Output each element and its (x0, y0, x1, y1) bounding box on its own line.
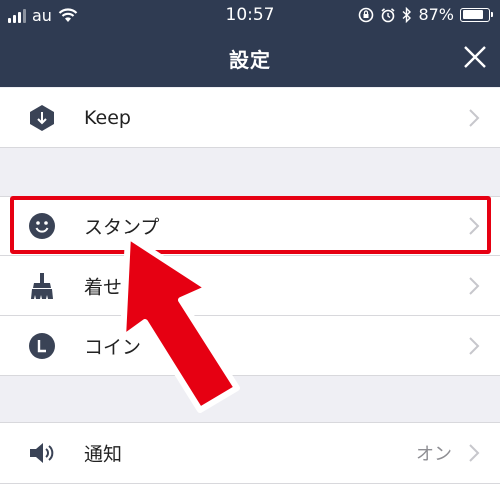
battery-percent: 87% (418, 5, 454, 24)
coin-icon (29, 332, 55, 359)
keep-hexagon-icon (30, 104, 54, 131)
settings-row-coin[interactable]: コイン (0, 316, 500, 376)
chevron-right-icon (469, 336, 480, 355)
close-icon[interactable] (462, 44, 488, 70)
chevron-right-icon (469, 444, 480, 462)
settings-row-label: 通知 (84, 443, 123, 466)
settings-row-keep[interactable]: Keep (0, 88, 500, 148)
settings-row-theme[interactable]: 着せ (0, 256, 500, 316)
battery-icon (460, 7, 493, 22)
settings-row-label: コイン (84, 336, 142, 358)
status-bar: au 10:57 87% (0, 0, 500, 32)
status-right: 87% (358, 5, 493, 24)
alarm-clock-icon (381, 7, 395, 22)
page-title: 設定 (229, 48, 271, 72)
speaker-icon (30, 443, 54, 463)
rotation-lock-icon (359, 7, 374, 22)
settings-row-label: Keep (84, 106, 131, 129)
chevron-right-icon (469, 108, 480, 127)
highlight-box (10, 196, 491, 254)
navigation-header: au 10:57 87% 設定 (0, 0, 500, 87)
settings-row-notifications[interactable]: 通知 オン (0, 422, 500, 484)
battery-fill (462, 10, 484, 19)
settings-row-label: 着せ (84, 276, 123, 298)
chevron-right-icon (469, 276, 480, 295)
brush-icon (31, 272, 53, 299)
bluetooth-icon (402, 6, 412, 23)
notification-status-value: オン (416, 444, 452, 465)
